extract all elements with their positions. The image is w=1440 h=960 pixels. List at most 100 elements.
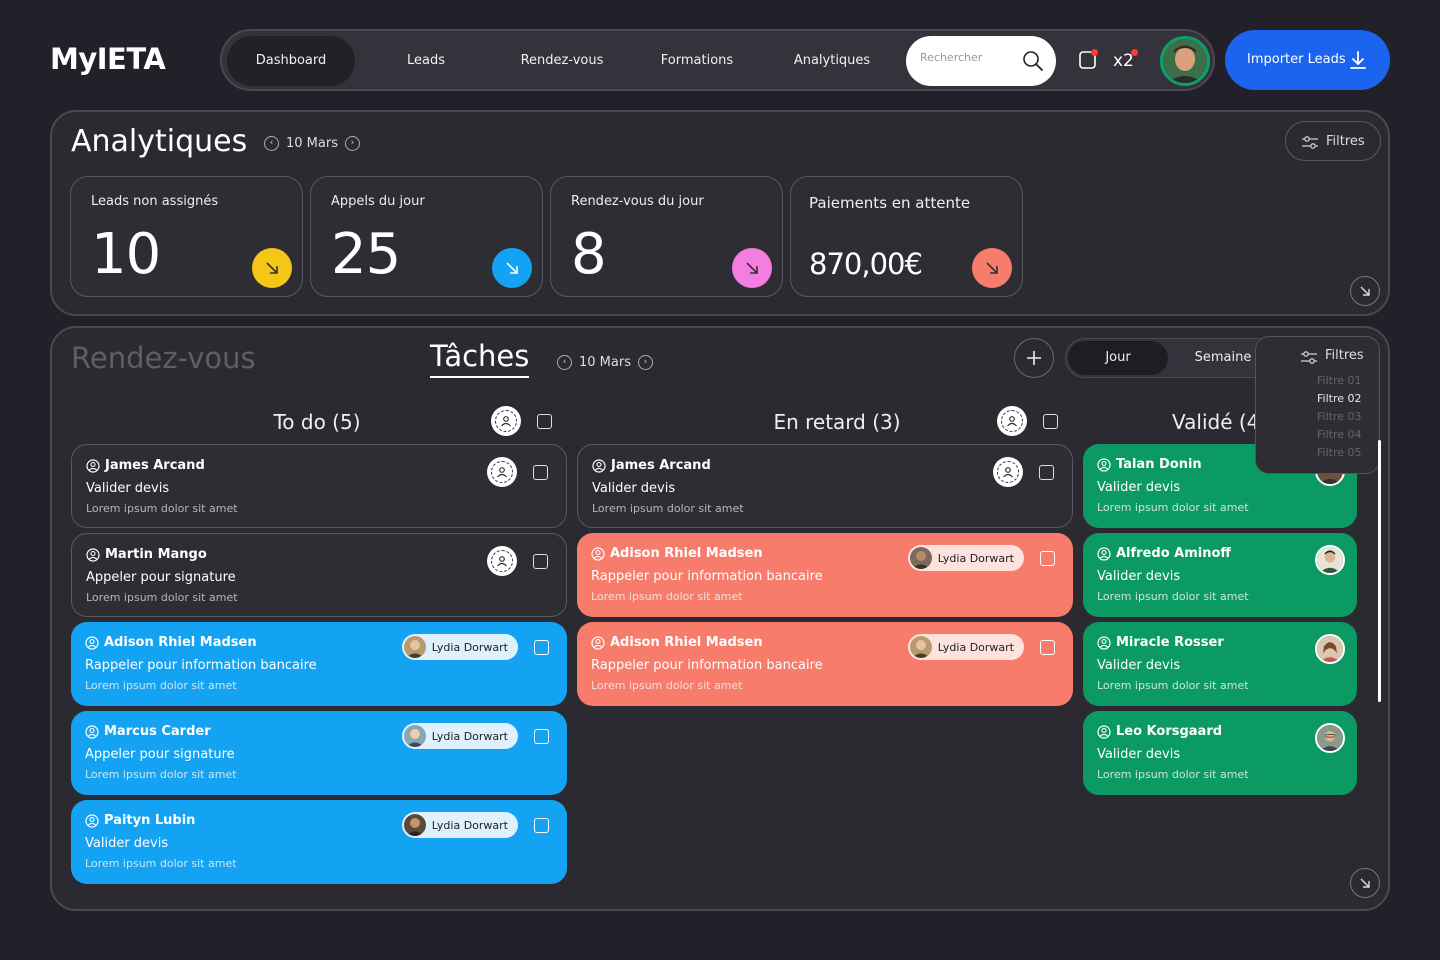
column-scrollbar[interactable] (1378, 440, 1381, 702)
assignee-chip[interactable]: Lydia Dorwart (907, 545, 1024, 571)
assignee-avatar (403, 814, 426, 836)
task-name: Adison Rhiel Madsen (610, 635, 763, 650)
period-jour[interactable]: Jour (1068, 341, 1168, 375)
assignee-chip[interactable]: Lydia Dorwart (401, 723, 518, 749)
tab-taches[interactable]: Tâches (430, 339, 530, 378)
analytics-date-nav: ‹ 10 Mars › (264, 136, 360, 151)
filter-option[interactable]: Filtre 04 (1317, 428, 1362, 441)
assignee-avatar[interactable] (1315, 634, 1345, 664)
assign-user-icon[interactable] (487, 546, 517, 576)
analytics-filter-button[interactable]: Filtres (1285, 121, 1381, 161)
chevron-right-icon[interactable]: › (637, 355, 653, 370)
task-controls: Lydia Dorwart (401, 634, 549, 660)
task-card[interactable]: James Arcand Valider devis Lorem ipsum d… (577, 444, 1073, 528)
expand-arrow-icon[interactable] (1350, 868, 1380, 898)
task-card[interactable]: James Arcand Valider devis Lorem ipsum d… (71, 444, 567, 528)
task-description: Lorem ipsum dolor sit amet (591, 679, 743, 692)
arrow-down-right-icon[interactable] (972, 248, 1012, 288)
filter-icon (1302, 136, 1318, 149)
task-card[interactable]: Leo Korsgaard Valider devis Lorem ipsum … (1083, 711, 1357, 795)
task-card[interactable]: Adison Rhiel Madsen Rappeler pour inform… (71, 622, 567, 706)
assignee-avatar[interactable] (1315, 545, 1345, 575)
nav-dashboard[interactable]: Dashboard (227, 36, 355, 86)
task-description: Lorem ipsum dolor sit amet (86, 591, 238, 604)
nav-formations[interactable]: Formations (632, 36, 762, 86)
assign-user-icon[interactable] (993, 457, 1023, 487)
filter-option[interactable]: Filtre 01 (1317, 374, 1362, 387)
search-icon[interactable] (1022, 50, 1044, 72)
stat-label: Leads non assignés (91, 194, 219, 209)
search-input[interactable] (920, 51, 1020, 64)
stat-value: 25 (331, 222, 401, 287)
arrow-down-right-icon[interactable] (492, 248, 532, 288)
task-action: Appeler pour signature (85, 747, 235, 762)
task-checkbox[interactable] (1040, 639, 1055, 655)
tasks-filter-label[interactable]: Filtres (1325, 348, 1364, 363)
user-circle-icon (1097, 546, 1111, 561)
chevron-right-icon[interactable]: › (344, 136, 360, 151)
stat-label: Rendez-vous du jour (571, 194, 704, 209)
task-card[interactable]: Paityn Lubin Valider devis Lorem ipsum d… (71, 800, 567, 884)
stat-card-rendez-vous[interactable]: Rendez-vous du jour 8 (550, 176, 783, 297)
nav-leads[interactable]: Leads (362, 36, 490, 86)
task-action: Valider devis (1097, 569, 1181, 584)
task-card[interactable]: Adison Rhiel Madsen Rappeler pour inform… (577, 622, 1073, 706)
task-card[interactable]: Adison Rhiel Madsen Rappeler pour inform… (577, 533, 1073, 617)
user-avatar[interactable] (1160, 36, 1210, 86)
filter-option[interactable]: Filtre 03 (1317, 410, 1362, 423)
task-checkbox[interactable] (1039, 464, 1054, 480)
task-checkbox[interactable] (534, 639, 549, 655)
task-checkbox[interactable] (1040, 550, 1055, 566)
arrow-down-right-icon[interactable] (252, 248, 292, 288)
assignee-chip[interactable]: Lydia Dorwart (907, 634, 1024, 660)
stat-card-appels[interactable]: Appels du jour 25 (310, 176, 543, 297)
task-name: James Arcand (611, 458, 711, 473)
column-actions (997, 406, 1058, 436)
assignee-name: Lydia Dorwart (937, 551, 1014, 565)
user-circle-icon (85, 813, 99, 828)
arrow-down-right-icon[interactable] (732, 248, 772, 288)
assignee-chip[interactable]: Lydia Dorwart (401, 812, 518, 838)
assignee-avatar[interactable] (1315, 723, 1345, 753)
add-task-button[interactable] (1014, 338, 1054, 378)
task-action: Valider devis (1097, 658, 1181, 673)
filter-option[interactable]: Filtre 05 (1317, 446, 1362, 459)
task-checkbox[interactable] (533, 464, 548, 480)
stat-label: Appels du jour (331, 194, 425, 209)
filter-option[interactable]: Filtre 02 (1317, 392, 1362, 405)
task-contact: Adison Rhiel Madsen (591, 546, 763, 561)
tasks-filter-dropdown: Filtres Filtre 01 Filtre 02 Filtre 03 Fi… (1255, 336, 1380, 474)
analytics-title: Analytiques (71, 124, 248, 159)
assign-user-icon[interactable] (487, 457, 517, 487)
stat-card-leads[interactable]: Leads non assignés 10 (70, 176, 303, 297)
chevron-left-icon[interactable]: ‹ (264, 136, 279, 151)
task-name: Miracle Rosser (1116, 635, 1224, 650)
task-contact: Alfredo Aminoff (1097, 546, 1231, 561)
assignee-name: Lydia Dorwart (431, 640, 508, 654)
assign-user-icon[interactable] (997, 406, 1027, 436)
stat-card-paiements[interactable]: Paiements en attente 870,00€ (790, 176, 1023, 297)
assignee-avatar (403, 725, 426, 747)
select-all-checkbox[interactable] (537, 413, 552, 429)
user-circle-icon (86, 547, 100, 562)
nav-rendez-vous[interactable]: Rendez-vous (497, 36, 627, 86)
assignee-chip[interactable]: Lydia Dorwart (401, 634, 518, 660)
filter-icon[interactable] (1300, 350, 1318, 366)
user-circle-icon (1097, 457, 1111, 472)
select-all-checkbox[interactable] (1043, 413, 1058, 429)
assign-user-icon[interactable] (491, 406, 521, 436)
tasks-date: 10 Mars (579, 355, 631, 370)
nav-analytiques[interactable]: Analytiques (767, 36, 897, 86)
task-checkbox[interactable] (534, 728, 549, 744)
task-contact: James Arcand (86, 458, 205, 473)
task-card[interactable]: Marcus Carder Appeler pour signature Lor… (71, 711, 567, 795)
task-card[interactable]: Alfredo Aminoff Valider devis Lorem ipsu… (1083, 533, 1357, 617)
task-card[interactable]: Martin Mango Appeler pour signature Lore… (71, 533, 567, 617)
task-card[interactable]: Miracle Rosser Valider devis Lorem ipsum… (1083, 622, 1357, 706)
expand-arrow-icon[interactable] (1350, 276, 1380, 306)
chevron-left-icon[interactable]: ‹ (557, 355, 572, 370)
tab-rendez-vous[interactable]: Rendez-vous (71, 341, 256, 375)
task-checkbox[interactable] (533, 553, 548, 569)
import-leads-button[interactable]: Importer Leads (1225, 30, 1390, 90)
task-checkbox[interactable] (534, 817, 549, 833)
